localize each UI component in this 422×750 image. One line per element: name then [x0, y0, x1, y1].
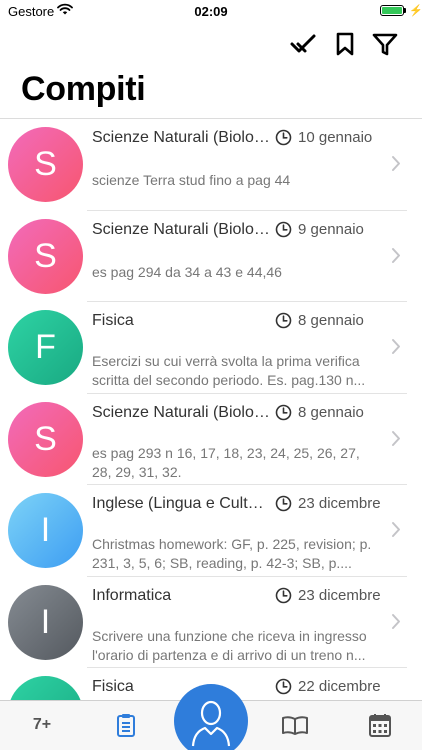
chevron-right-icon — [392, 522, 400, 537]
homework-row[interactable]: S Scienze Naturali (Biologia) 9 gennaio es … — [0, 211, 422, 302]
chevron-right-icon — [392, 247, 400, 263]
battery-icon — [380, 5, 404, 16]
due-date: 8 gennaio — [298, 403, 364, 421]
clock-icon — [275, 312, 292, 329]
homework-row[interactable]: I Inglese (Lingua e Cultura) 23 dicembre Ch… — [0, 485, 422, 577]
profile-button[interactable] — [174, 684, 248, 750]
checkmark-icon[interactable] — [289, 30, 317, 58]
clock-icon — [275, 587, 292, 603]
filter-icon[interactable] — [371, 30, 399, 58]
status-bar: Gestore 02:09 ⚡ — [0, 0, 422, 22]
book-icon — [282, 716, 308, 735]
due-date: 23 dicembre — [298, 586, 381, 604]
clock-icon — [275, 404, 292, 420]
subject-avatar: S — [8, 218, 83, 294]
grades-tab[interactable]: 7+ — [28, 711, 56, 739]
subject-avatar: S — [8, 401, 83, 477]
subject-name: Informatica — [92, 586, 172, 604]
calendar-icon — [369, 714, 391, 737]
subject-avatar: I — [8, 584, 83, 660]
due-date: 9 gennaio — [298, 220, 364, 238]
homework-description: es pag 293 n 16, 17, 18, 23, 24, 25, 26,… — [92, 444, 360, 480]
chevron-right-icon — [392, 430, 400, 446]
subject-avatar: F — [8, 310, 83, 385]
clock-icon — [275, 129, 292, 146]
chevron-right-icon — [392, 613, 400, 629]
due-date: 8 gennaio — [298, 312, 364, 329]
homework-screen: Gestore 02:09 ⚡ Compiti S Scienze Natural… — [0, 0, 422, 750]
subject-name: Scienze Naturali (Biologia) — [92, 129, 270, 146]
homework-row[interactable]: I Informatica 23 dicembre Scrivere una funz… — [0, 577, 422, 668]
homework-description: es pag 294 da 34 a 43 e 44,46 — [92, 263, 282, 280]
clock-icon — [275, 495, 292, 512]
bookmark-icon[interactable] — [331, 30, 359, 58]
person-icon — [191, 700, 231, 747]
clipboard-icon — [117, 714, 135, 737]
homework-description: Scrivere una funzione che riceva in ingr… — [92, 627, 367, 663]
homework-description: Christmas homework: GF, p. 225, revision… — [92, 536, 372, 571]
subject-avatar: I — [8, 493, 83, 568]
chevron-right-icon — [392, 339, 400, 354]
chevron-right-icon — [392, 156, 400, 171]
due-date: 23 dicembre — [298, 495, 381, 512]
subject-avatar: S — [8, 127, 83, 202]
due-date: 22 dicembre — [298, 678, 381, 695]
due-date: 10 gennaio — [298, 129, 373, 146]
battery-cap — [404, 8, 406, 13]
homework-description: Esercizi su cui verrà svolta la prima ve… — [92, 353, 366, 388]
calendar-tab[interactable] — [366, 711, 394, 739]
subject-name: Fisica — [92, 312, 134, 329]
clock-icon — [275, 678, 292, 695]
charging-icon: ⚡ — [409, 5, 422, 17]
subject-name: Scienze Naturali (Biologia) — [92, 403, 270, 421]
homework-list: S Scienze Naturali (Biologia) 10 gennaio sc… — [0, 119, 422, 750]
page-title: Compiti — [21, 70, 146, 108]
homework-tab[interactable] — [112, 711, 140, 739]
subject-name: Inglese (Lingua e Cultura) — [92, 495, 270, 512]
homework-description: scienze Terra stud fino a pag 44 — [92, 172, 291, 188]
clock-time: 02:09 — [194, 4, 228, 19]
book-tab[interactable] — [281, 711, 309, 739]
homework-row[interactable]: S Scienze Naturali (Biologia) 10 gennaio sc… — [0, 119, 422, 211]
subject-name: Scienze Naturali (Biologia) — [92, 220, 270, 238]
subject-name: Fisica — [92, 678, 134, 695]
homework-row[interactable]: S Scienze Naturali (Biologia) 8 gennaio es … — [0, 394, 422, 485]
clock-icon — [275, 221, 292, 237]
homework-row[interactable]: F Fisica 8 gennaio Esercizi su cui verrà sv… — [0, 302, 422, 394]
